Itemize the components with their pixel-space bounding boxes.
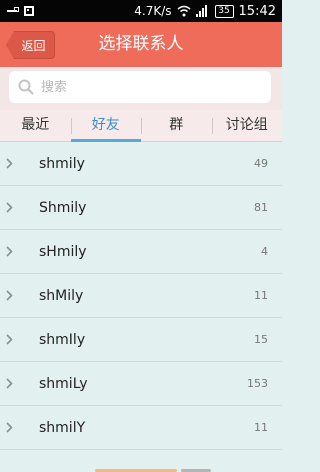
usb-icon (6, 6, 19, 16)
tab-recent[interactable]: 最近 (0, 110, 71, 141)
chevron-right-icon (6, 202, 13, 213)
group-name: shmily (39, 156, 85, 172)
search-input[interactable] (41, 79, 261, 95)
group-name: shMily (39, 288, 84, 304)
member-count: 81 (254, 201, 268, 214)
tab-groups[interactable]: 群 (141, 110, 212, 141)
status-left (6, 6, 34, 16)
list-item[interactable]: sHmily 4 (0, 230, 282, 274)
member-count: 15 (254, 333, 268, 346)
signal-icon (195, 5, 210, 17)
member-count: 4 (261, 245, 268, 258)
tab-discussion-groups[interactable]: 讨论组 (211, 110, 283, 141)
member-count: 11 (254, 289, 268, 302)
chevron-right-icon (6, 290, 13, 301)
network-speed: 4.7K/s (134, 4, 172, 18)
status-right: 4.7K/s 35 15:42 (134, 4, 276, 19)
group-name: shmIly (39, 332, 86, 348)
list-item[interactable]: Shmily 81 (0, 186, 282, 230)
battery-icon: 35 (214, 4, 234, 18)
search-box[interactable] (9, 71, 271, 103)
list-item[interactable]: shMily 11 (0, 274, 282, 318)
member-count: 49 (254, 157, 268, 170)
contact-list: shmily 49 Shmily 81 sHmily 4 shMily 11 s… (0, 142, 282, 472)
search-icon (18, 79, 34, 95)
chevron-right-icon (6, 158, 13, 169)
qr-code-icon (24, 6, 34, 16)
clock: 15:42 (238, 3, 276, 19)
list-item[interactable]: shmilY 11 (0, 406, 282, 450)
status-bar: 4.7K/s 35 15:42 (0, 0, 282, 22)
member-count: 11 (254, 421, 268, 434)
wifi-icon (177, 5, 191, 17)
list-item[interactable]: shmily 49 (0, 142, 282, 186)
tab-bar: 最近 好友 群 讨论组 (0, 110, 282, 142)
group-name: shmilY (39, 420, 86, 436)
chevron-right-icon (6, 378, 13, 389)
list-item[interactable]: shmIly 15 (0, 318, 282, 362)
member-count: 153 (247, 377, 268, 390)
group-name: sHmily (39, 244, 87, 260)
chevron-right-icon (6, 246, 13, 257)
title-bar: 返回 选择联系人 (0, 22, 282, 67)
group-name: Shmily (39, 200, 87, 216)
back-button[interactable]: 返回 (6, 31, 55, 59)
list-item[interactable]: shmiLy 153 (0, 362, 282, 406)
tab-friends[interactable]: 好友 (70, 110, 142, 142)
group-name: shmiLy (39, 376, 88, 392)
chevron-right-icon (6, 334, 13, 345)
bottom-peek (0, 450, 282, 472)
chevron-right-icon (6, 422, 13, 433)
search-area (0, 67, 282, 110)
